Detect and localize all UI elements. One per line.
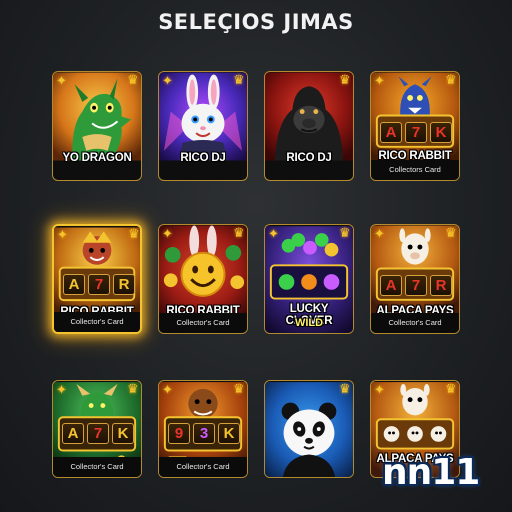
game-card-rico-dj[interactable]: ✦ ♛ RICO DJ — [158, 71, 248, 181]
crown-icon: ♛ — [127, 382, 139, 397]
game-card-rico-rabbit-selected[interactable]: A 7 R ✦ ♛ RICO RABBIT Collector's Card — [52, 224, 142, 334]
crown-icon: ♛ — [128, 227, 140, 242]
slot-reels: A 7 K — [62, 423, 134, 444]
reel-symbol: 7 — [87, 423, 109, 444]
crown-icon: ♛ — [445, 382, 457, 397]
crown-icon: ♛ — [233, 382, 245, 397]
card-footer-label: Collector's Card — [159, 457, 247, 477]
reel-symbol: K — [430, 122, 452, 143]
reel-symbol: 7 — [405, 122, 427, 143]
crown-icon: ♛ — [339, 382, 351, 397]
crown-icon: ♛ — [445, 226, 457, 241]
crown-icon: ♛ — [445, 73, 457, 88]
crown-icon: ♛ — [339, 226, 351, 241]
slot-reels: A 7 K — [380, 122, 452, 143]
sparkle-icon: ✦ — [162, 383, 173, 398]
card-footer-label: Collector's Card — [159, 313, 247, 333]
sparkle-icon: ✦ — [162, 74, 173, 89]
crown-icon: ♛ — [127, 73, 139, 88]
slot-reels: A 7 R — [380, 275, 452, 296]
card-footer-label: Collectors Card — [371, 160, 459, 180]
game-card-rico-rabbit[interactable]: A 7 K ✦ ♛ RICO RABBIT Collectors Card — [370, 71, 460, 181]
game-card-rico-dj-gorilla[interactable]: ♛ RICO DJ — [264, 71, 354, 181]
sparkle-icon: ✦ — [56, 383, 67, 398]
reel-symbol: A — [62, 423, 84, 444]
reel-symbol: 7 — [405, 275, 427, 296]
crown-icon: ♛ — [233, 226, 245, 241]
game-card-panda[interactable]: ♛ — [264, 380, 354, 478]
sparkle-icon: ✦ — [57, 228, 68, 243]
card-subtitle: WILD — [294, 317, 324, 329]
card-title: RICO DJ — [180, 152, 226, 164]
game-card-alpaca-pays[interactable]: A 7 R ✦ ♛ ALPACA PAYS Collector's Card — [370, 224, 460, 334]
sparkle-icon: ✦ — [374, 74, 385, 89]
card-title: RICO DJ — [286, 152, 332, 164]
reel-symbol: 3 — [193, 423, 215, 444]
sparkle-icon: ✦ — [268, 227, 279, 242]
game-card-lucky-clover[interactable]: ✦ ♛ LUCKY CLOVER WILD — [264, 224, 354, 334]
game-card-dragon-slot[interactable]: A 7 K ✦ ♛ Collector's Card — [52, 380, 142, 478]
reel-symbol: K — [218, 423, 240, 444]
reel-symbol: A — [63, 274, 85, 295]
card-footer-label: Collector's Card — [54, 312, 140, 332]
card-footer-label: Collector's Card — [371, 313, 459, 333]
reel-symbol: A — [380, 275, 402, 296]
reel-symbol: 9 — [168, 423, 190, 444]
sparkle-icon: ✦ — [374, 383, 385, 398]
game-card-rico-rabbit-smiley[interactable]: ✦ ♛ RICO RABBIT Collector's Card — [158, 224, 248, 334]
slot-reels: A 7 R — [63, 274, 135, 295]
card-footer-label: Collector's Card — [53, 457, 141, 477]
crown-icon: ♛ — [339, 73, 351, 88]
reel-symbol: 7 — [88, 274, 110, 295]
slot-reels: 9 3 K — [168, 423, 240, 444]
crown-icon: ♛ — [233, 73, 245, 88]
reel-symbol: R — [430, 275, 452, 296]
game-card-yo-dragon[interactable]: ✦ ♛ YO DRAGON — [52, 71, 142, 181]
watermark-logo: nn11 — [382, 452, 480, 493]
sparkle-icon: ✦ — [56, 74, 67, 89]
page-title: SELEÇIOS JIMAS — [158, 10, 354, 34]
sparkle-icon: ✦ — [162, 227, 173, 242]
reel-symbol: A — [380, 122, 402, 143]
card-title: YO DRAGON — [62, 152, 132, 164]
reel-symbol: K — [112, 423, 134, 444]
reel-symbol: R — [113, 274, 135, 295]
game-card-gorilla-slot[interactable]: 9 3 K ✦ ♛ Collector's Card — [158, 380, 248, 478]
sparkle-icon: ✦ — [374, 227, 385, 242]
